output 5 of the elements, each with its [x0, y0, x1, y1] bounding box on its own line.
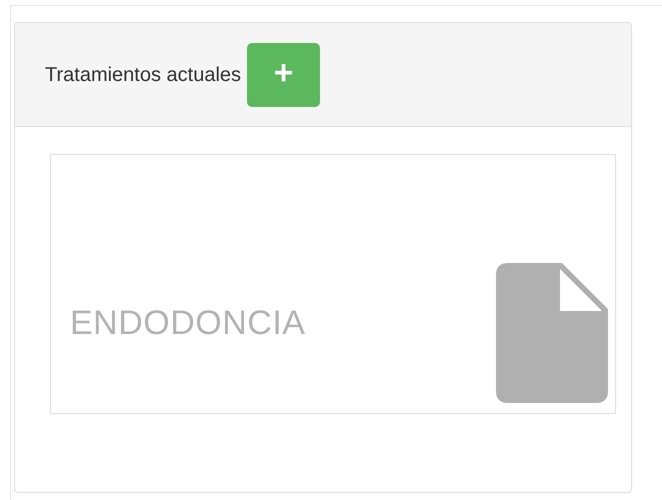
- treatment-name: ENDODONCIA: [70, 303, 306, 344]
- add-button[interactable]: +: [247, 42, 320, 106]
- document-icon: [496, 263, 608, 403]
- panel-title: Tratamientos actuales: [45, 62, 242, 88]
- treatment-card[interactable]: ENDODONCIA: [50, 154, 616, 414]
